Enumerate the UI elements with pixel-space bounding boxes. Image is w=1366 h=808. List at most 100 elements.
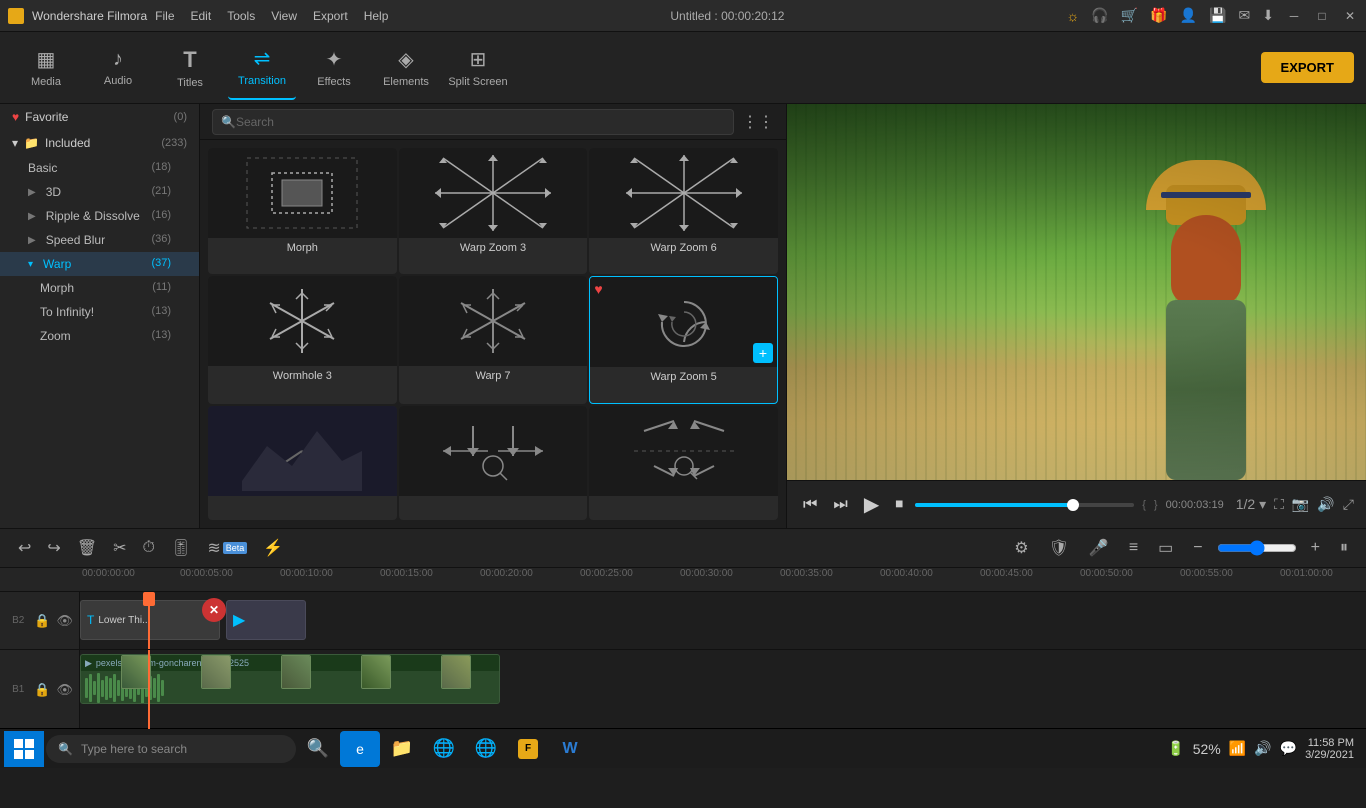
search-input[interactable]: 🔍 Search (212, 109, 734, 135)
account-icon[interactable]: 👤 (1180, 7, 1197, 24)
category-speedblur[interactable]: ▶ Speed Blur (36) (0, 228, 199, 252)
brightness-icon[interactable]: ☼ (1067, 8, 1080, 24)
category-zoom[interactable]: Zoom (13) (0, 324, 199, 348)
track-1-eye[interactable]: 👁 (56, 682, 73, 698)
track-1-content[interactable]: ▶ pexels-maksim-goncharenok-5642525 (80, 650, 1366, 729)
transition-warpzoom6[interactable]: Warp Zoom 6 (589, 148, 778, 274)
category-favorite[interactable]: ♥ Favorite (0) (0, 104, 199, 130)
cut-button[interactable]: ✂ (107, 534, 132, 562)
category-3d[interactable]: ▶ 3D (21) (0, 180, 199, 204)
menu-edit[interactable]: Edit (191, 9, 212, 23)
duration-button[interactable]: ⏱ (137, 535, 161, 561)
volume-button[interactable]: 🔊 (1317, 496, 1334, 513)
zoom-in-btn[interactable]: + (1305, 535, 1326, 561)
volume-sys-icon[interactable]: 🔊 (1254, 740, 1271, 757)
task-app-chrome2[interactable]: 🌐 (466, 731, 506, 767)
wifi-icon[interactable]: 📶 (1229, 740, 1246, 757)
title-clip[interactable]: T Lower Thi... (80, 600, 220, 640)
headphone-icon[interactable]: 🎧 (1091, 7, 1108, 24)
transition-row3-2[interactable] (399, 406, 588, 520)
transition-warpzoom5[interactable]: ♥ + Warp Zoom 5 (589, 276, 778, 404)
play-button[interactable]: ▶ (860, 488, 883, 521)
subtitle-icon[interactable]: ≡ (1123, 535, 1144, 561)
transition-row3-3[interactable] (589, 406, 778, 520)
taskbar-search[interactable]: 🔍 Type here to search (46, 735, 296, 763)
mark-out-button[interactable]: } (1154, 499, 1158, 511)
fullscreen-button[interactable]: ⛶ (1274, 496, 1284, 513)
transition-morph[interactable]: Morph (208, 148, 397, 274)
tool-splitscreen[interactable]: ⊞ Split Screen (444, 36, 512, 100)
progress-bar[interactable] (915, 503, 1134, 507)
page-display[interactable]: 1/2 ▾ (1236, 496, 1266, 513)
progress-handle[interactable] (1067, 499, 1079, 511)
task-app-word[interactable]: W (550, 731, 590, 767)
title-clip-2[interactable]: ▶ (226, 600, 306, 640)
category-warp[interactable]: ▾ Warp (37) (0, 252, 199, 276)
mail-icon[interactable]: ✉ (1239, 7, 1251, 24)
menu-export[interactable]: Export (313, 9, 348, 23)
menu-file[interactable]: File (155, 9, 174, 23)
audio-mix-button[interactable]: 🎚 (165, 534, 197, 562)
menu-tools[interactable]: Tools (227, 9, 255, 23)
tool-elements[interactable]: ◈ Elements (372, 36, 440, 100)
task-app-explorer[interactable]: 📁 (382, 731, 422, 767)
track-2-content[interactable]: T Lower Thi... ✕ ▶ (80, 592, 1366, 649)
undo-button[interactable]: ↩ (12, 534, 37, 562)
video-clip[interactable]: ▶ pexels-maksim-goncharenok-5642525 (80, 654, 500, 704)
menu-view[interactable]: View (271, 9, 297, 23)
transition-marker[interactable]: ✕ (202, 598, 226, 622)
redo-button[interactable]: ↪ (41, 534, 66, 562)
delete-button[interactable]: 🗑 (71, 534, 103, 562)
close-button[interactable]: ✕ (1342, 8, 1358, 24)
motion-button[interactable]: ⚡ (257, 534, 289, 562)
battery-icon[interactable]: 🔋 (1167, 740, 1184, 757)
category-included[interactable]: ▾ 📁 Included (233) (0, 130, 199, 156)
pause-timeline-btn[interactable]: ⏸ (1334, 535, 1354, 561)
step-back-button[interactable]: ⏮ (799, 492, 821, 518)
category-infinity[interactable]: To Infinity! (13) (0, 300, 199, 324)
add-transition-icon[interactable]: + (753, 343, 773, 363)
start-button[interactable] (4, 731, 44, 767)
tool-media[interactable]: ▦ Media (12, 36, 80, 100)
task-app-filmora[interactable]: F (508, 731, 548, 767)
settings-icon[interactable]: ⚙ (1008, 534, 1034, 562)
transition-warpzoom3[interactable]: Warp Zoom 3 (399, 148, 588, 274)
transition-wormhole3[interactable]: Wormhole 3 (208, 276, 397, 404)
notification-icon[interactable]: 💬 (1280, 740, 1297, 757)
shield-icon[interactable]: 🛡 (1043, 534, 1075, 562)
snapshot-button[interactable]: 📷 (1292, 496, 1309, 513)
maximize-button[interactable]: □ (1314, 8, 1330, 24)
category-basic[interactable]: Basic (18) (0, 156, 199, 180)
playhead[interactable] (148, 592, 150, 649)
zoom-slider[interactable] (1217, 540, 1297, 556)
system-clock[interactable]: 11:58 PM 3/29/2021 (1305, 737, 1354, 761)
track-2-lock[interactable]: 🔒 (34, 613, 50, 629)
cart-icon[interactable]: 🛒 (1121, 7, 1138, 24)
tool-titles[interactable]: T Titles (156, 36, 224, 100)
resize-button[interactable]: ⤢ (1343, 496, 1354, 513)
mark-in-button[interactable]: { (1142, 499, 1146, 511)
tool-audio[interactable]: ♪ Audio (84, 36, 152, 100)
track-1-lock[interactable]: 🔒 (34, 682, 50, 698)
grid-view-icon[interactable]: ⋮⋮ (742, 112, 774, 132)
download-icon[interactable]: ⬇ (1262, 7, 1274, 24)
playhead-handle[interactable] (143, 592, 155, 606)
export-button[interactable]: EXPORT (1261, 52, 1354, 83)
menu-help[interactable]: Help (364, 9, 389, 23)
category-morph[interactable]: Morph (11) (0, 276, 199, 300)
task-app-cortana[interactable]: 🔍 (298, 731, 338, 767)
minimize-button[interactable]: ─ (1286, 8, 1302, 24)
track-2-eye[interactable]: 👁 (56, 613, 73, 629)
task-app-chrome1[interactable]: 🌐 (424, 731, 464, 767)
category-ripple[interactable]: ▶ Ripple & Dissolve (16) (0, 204, 199, 228)
audio-waves-button[interactable]: ≋ Beta (201, 534, 253, 562)
save-icon[interactable]: 💾 (1209, 7, 1226, 24)
frame-back-button[interactable]: ⏭ (829, 492, 851, 518)
overlay-icon[interactable]: ▭ (1152, 534, 1179, 562)
stop-button[interactable]: ⏹ (891, 492, 907, 518)
mic-icon[interactable]: 🎤 (1083, 534, 1115, 562)
task-app-edge[interactable]: e (340, 731, 380, 767)
video-playhead[interactable] (148, 650, 150, 729)
tool-transition[interactable]: ⇌ Transition (228, 36, 296, 100)
tool-effects[interactable]: ✦ Effects (300, 36, 368, 100)
